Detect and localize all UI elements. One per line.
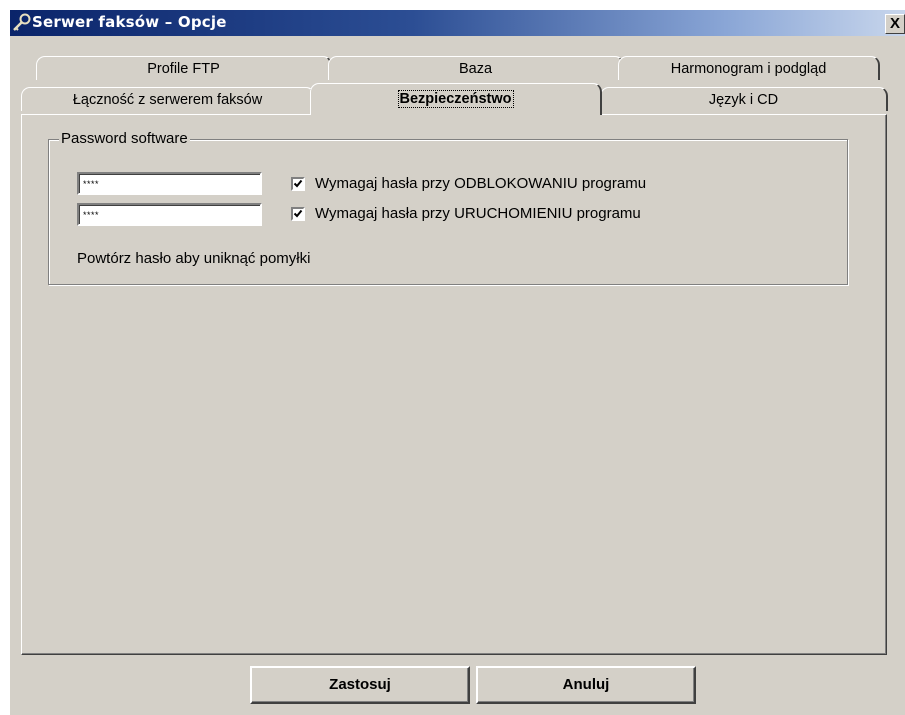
- tab-label: Język i CD: [708, 92, 779, 108]
- repeat-password-hint: Powtórz hasło aby uniknąć pomyłki: [77, 250, 311, 267]
- checkmark-icon: [293, 209, 303, 218]
- window-title: Serwer faksów – Opcje: [32, 13, 227, 31]
- unlock-password-label: Wymagaj hasła przy ODBLOKOWANIU programu: [315, 175, 647, 192]
- tab-label: Harmonogram i podgląd: [670, 61, 827, 77]
- tab-baza[interactable]: Baza: [328, 56, 624, 80]
- password-field-2[interactable]: ****: [77, 203, 262, 226]
- key-icon: [12, 13, 32, 33]
- checkmark-icon: [293, 179, 303, 188]
- apply-button[interactable]: Zastosuj: [250, 666, 470, 704]
- tab-label: Bezpieczeństwo: [397, 90, 514, 108]
- tab-label: Profile FTP: [147, 61, 220, 77]
- tab-jezyk-cd[interactable]: Język i CD: [600, 87, 888, 111]
- cancel-button[interactable]: Anuluj: [476, 666, 696, 704]
- tab-label: Baza: [458, 61, 493, 77]
- options-window: Serwer faksów – Opcje X Profile FTP Baza…: [10, 10, 905, 715]
- tab-label: Łączność z serwerem faksów: [72, 92, 263, 108]
- password-field-1[interactable]: ****: [77, 172, 262, 195]
- startup-password-label: Wymagaj hasła przy URUCHOMIENIU programu: [315, 205, 641, 222]
- startup-password-checkbox[interactable]: [291, 207, 305, 221]
- tab-profile-ftp[interactable]: Profile FTP: [36, 56, 332, 80]
- tab-panel-security: Password software **** **** Wymagaj hasł…: [21, 114, 887, 655]
- tab-lacznosc[interactable]: Łączność z serwerem faksów: [21, 87, 315, 111]
- tab-harmonogram[interactable]: Harmonogram i podgląd: [618, 56, 880, 80]
- password-groupbox: Password software **** **** Wymagaj hasł…: [48, 130, 848, 285]
- title-bar[interactable]: Serwer faksów – Opcje X: [10, 10, 905, 36]
- close-button[interactable]: X: [885, 14, 905, 34]
- groupbox-label: Password software: [59, 130, 190, 147]
- tab-bezpieczenstwo[interactable]: Bezpieczeństwo: [310, 83, 602, 115]
- unlock-password-checkbox[interactable]: [291, 177, 305, 191]
